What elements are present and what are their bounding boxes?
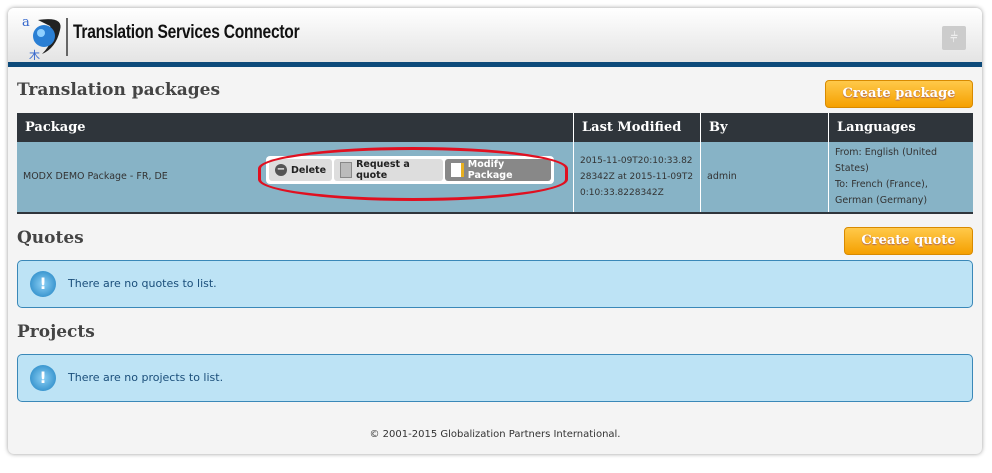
projects-empty-message: ! There are no projects to list. xyxy=(17,354,973,402)
app-title: Translation Services Connector xyxy=(73,22,300,43)
quotes-empty-message: ! There are no quotes to list. xyxy=(17,260,973,308)
languages: From: English (United States) To: French … xyxy=(828,142,973,214)
info-icon: ! xyxy=(30,365,56,391)
languages-to: To: French (France), German (Germany) xyxy=(835,179,928,206)
svg-text:a: a xyxy=(22,15,30,30)
languages-from: From: English (United States) xyxy=(835,147,937,174)
last-modified: 2015-11-09T20:10:33.8228342Z at 2015-11-… xyxy=(573,142,701,214)
projects-title: Projects xyxy=(17,322,95,342)
by: admin xyxy=(700,142,829,214)
app-panel: a 木 Translation Services Connector ⫩ Tra… xyxy=(8,8,982,454)
create-package-button[interactable]: Create package xyxy=(825,80,973,108)
footer: © 2001-2015 Globalization Partners Inter… xyxy=(369,429,621,440)
projects-empty-text: There are no projects to list. xyxy=(68,371,224,384)
quotes-empty-text: There are no quotes to list. xyxy=(68,277,217,290)
packages-title: Translation packages xyxy=(17,80,221,100)
mixer-icon[interactable]: ⫩ xyxy=(942,26,966,50)
col-package: Package xyxy=(17,113,574,142)
col-last-modified: Last Modified xyxy=(573,113,701,142)
logo-icon: a 木 xyxy=(22,15,61,60)
col-by: By xyxy=(700,113,829,142)
info-icon: ! xyxy=(30,271,56,297)
quotes-title: Quotes xyxy=(17,228,84,248)
col-languages: Languages xyxy=(828,113,973,142)
header: a 木 Translation Services Connector ⫩ xyxy=(8,8,982,62)
divider xyxy=(66,18,68,56)
svg-text:木: 木 xyxy=(29,49,40,60)
create-quote-button[interactable]: Create quote xyxy=(844,227,973,255)
header-stripe xyxy=(8,62,982,67)
highlight-ring xyxy=(258,147,568,201)
